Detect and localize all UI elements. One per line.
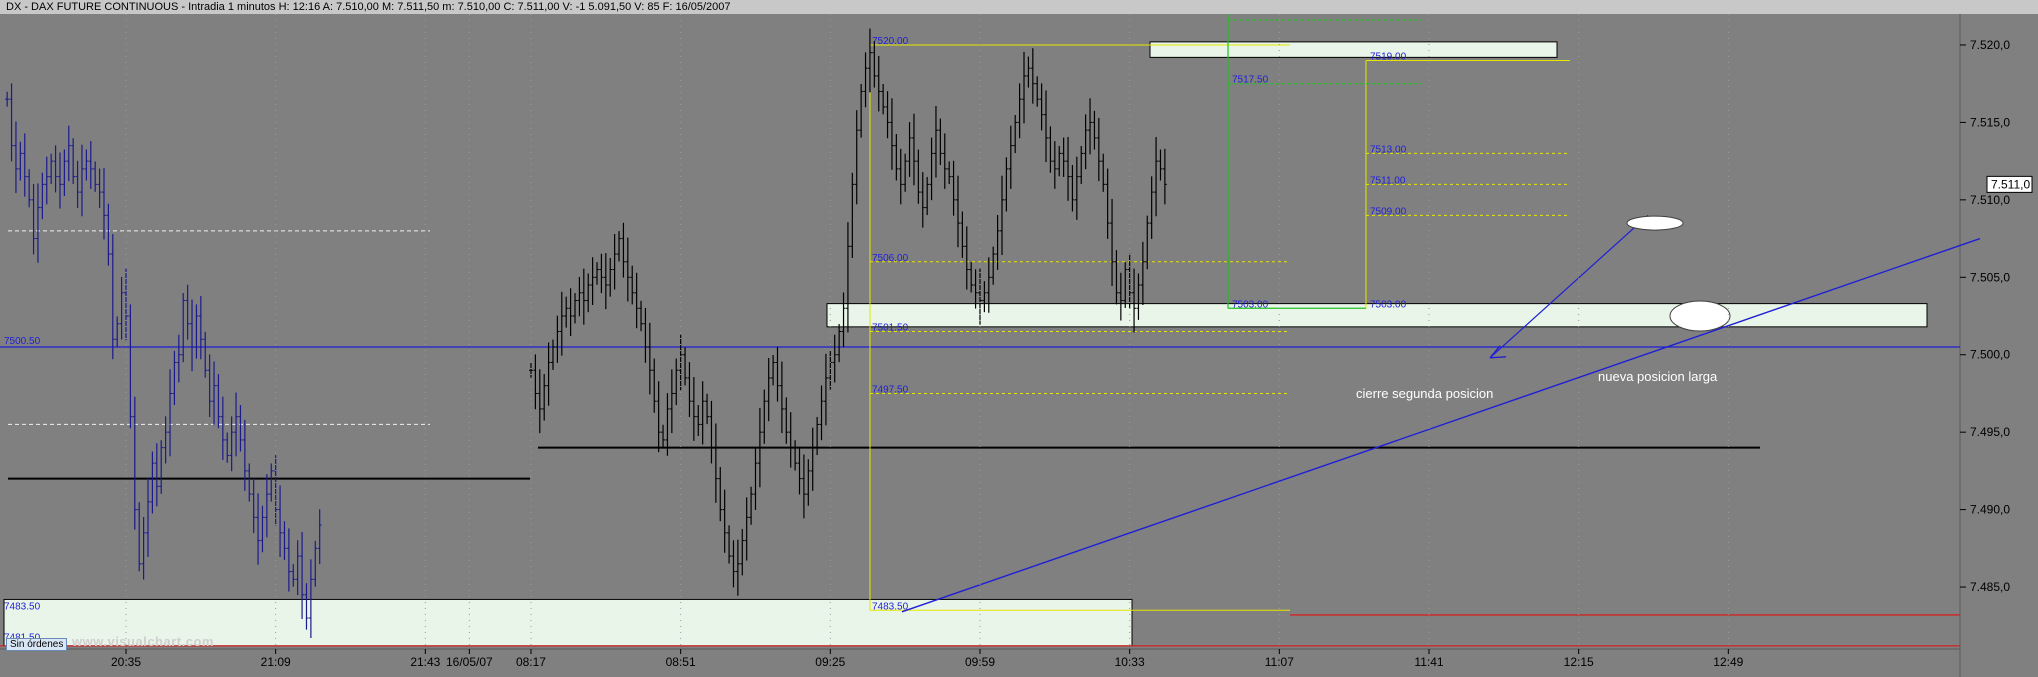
level-label-7517: 7517.50 (1232, 75, 1269, 86)
watermark-url: www.visualchart.com (72, 634, 214, 649)
last-price-label: 7.511,0 (1991, 177, 2030, 191)
chart-title: DX - DAX FUTURE CONTINUOUS - Intradia 1 … (6, 1, 731, 13)
level-label-7503b: 7503.00 (1370, 299, 1407, 310)
y-tick-label: 7.510,0 (1970, 193, 2010, 207)
level-label-7519: 7519.00 (1370, 51, 1407, 62)
y-tick-label: 7.490,0 (1970, 503, 2010, 517)
y-tick-label: 7.505,0 (1970, 270, 2010, 284)
x-tick-label: 09:59 (965, 655, 995, 669)
x-tick-label: 08:51 (666, 655, 696, 669)
x-tick-label: 16/05/07 (446, 655, 493, 669)
x-tick-label: 12:15 (1564, 655, 1594, 669)
x-tick-label: 11:41 (1414, 655, 1443, 669)
y-tick-label: 7.500,0 (1970, 348, 2010, 362)
chart-title-bar: DX - DAX FUTURE CONTINUOUS - Intradia 1 … (0, 0, 2038, 14)
reference-line-label: 7500.50 (4, 336, 41, 347)
level-label-7483b: 7483.50 (4, 601, 41, 612)
y-tick-label: 7.495,0 (1970, 425, 2010, 439)
no-orders-badge[interactable]: Sin órdenes (6, 638, 68, 651)
annotation-close-second-position: cierre segunda posicion (1356, 386, 1493, 401)
level-label-7501: 7501.50 (872, 323, 909, 334)
y-tick-label: 7.520,0 (1970, 38, 2010, 52)
x-tick-label: 20:35 (111, 655, 141, 669)
level-label-7503a: 7503.00 (1232, 299, 1269, 310)
resistance-zone-top (1149, 41, 1558, 58)
level-label-7520: 7520.00 (872, 36, 909, 47)
entry-marker-ellipse (1669, 300, 1731, 332)
x-tick-label: 11:07 (1265, 655, 1294, 669)
price-chart[interactable]: 7520.00 7519.00 7517.50 7513.00 7511.00 7509.… (0, 14, 2038, 677)
y-tick-label: 7.485,0 (1970, 580, 2010, 594)
x-tick-label: 12:49 (1713, 655, 1743, 669)
level-label-7509: 7509.00 (1370, 206, 1407, 217)
level-label-7483a: 7483.50 (872, 601, 909, 612)
level-label-7506: 7506.00 (872, 253, 909, 264)
annotation-new-long-position: nueva posicion larga (1598, 369, 1718, 384)
level-label-7497: 7497.50 (872, 384, 909, 395)
x-tick-label: 09:25 (815, 655, 845, 669)
level-label-7511: 7511.00 (1370, 175, 1406, 186)
x-tick-label: 10:33 (1115, 655, 1145, 669)
x-tick-label: 08:17 (516, 655, 546, 669)
price-axis-panel (1960, 14, 2038, 677)
y-tick-label: 7.515,0 (1970, 115, 2010, 129)
x-tick-label: 21:09 (261, 655, 291, 669)
level-label-7513: 7513.00 (1370, 144, 1407, 155)
exit-marker-ellipse (1626, 215, 1684, 231)
x-tick-label: 21:43 (410, 655, 440, 669)
